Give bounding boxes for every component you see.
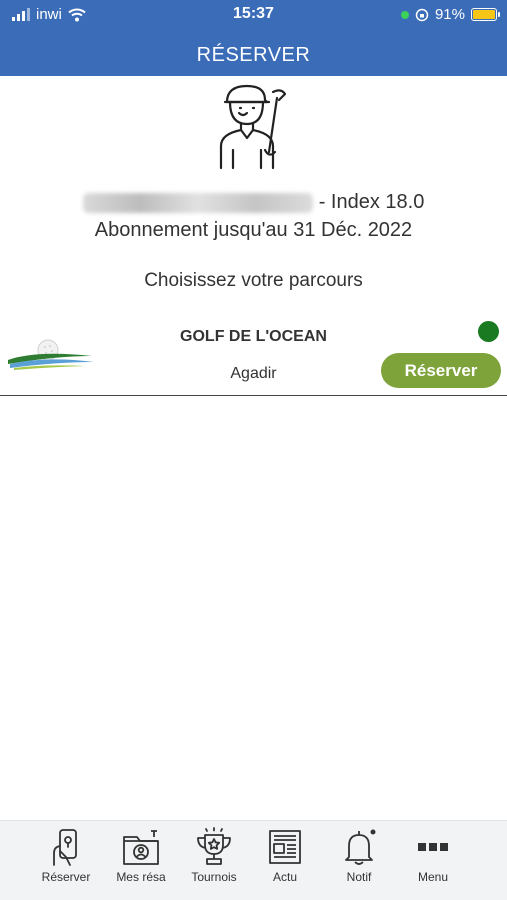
rotation-lock-icon (415, 8, 429, 21)
newspaper-icon (269, 830, 301, 864)
folder-user-icon (123, 830, 159, 865)
app-header: inwi 15:37 91% RÉSERVER (0, 0, 507, 76)
bell-icon (345, 829, 376, 865)
tab-label: Actu (272, 870, 297, 884)
trophy-icon (197, 827, 231, 865)
golfer-icon (219, 84, 287, 170)
tab-label: Notif (346, 870, 372, 884)
tab-label: Tournois (191, 870, 237, 884)
tab-notif[interactable]: Notif (324, 827, 394, 884)
tab-actu[interactable]: Actu (250, 827, 320, 884)
choose-course-label: Choisissez votre parcours (144, 270, 363, 291)
availability-status-icon (478, 321, 499, 342)
redacted-player-name (82, 192, 313, 213)
tab-label: Mes résa (116, 870, 166, 884)
battery-percent: 91% (434, 6, 465, 23)
tab-label: Menu (417, 870, 449, 884)
tab-label: Réserver (41, 870, 91, 884)
tab-mes-resa[interactable]: Mes résa (106, 827, 176, 884)
page-title: RÉSERVER (196, 44, 311, 66)
more-dots-icon (418, 843, 448, 851)
tab-menu[interactable]: Menu (398, 827, 468, 884)
course-name: GOLF DE L'OCEAN (180, 328, 327, 345)
reserve-button[interactable]: Réserver (381, 353, 501, 388)
player-index: - Index 18.0 (318, 191, 425, 213)
tab-reserver[interactable]: Réserver (31, 827, 101, 884)
course-row: GOLF DE L'OCEAN Agadir Réserver (0, 316, 507, 396)
active-indicator-icon (400, 10, 409, 19)
subscription-info: Abonnement jusqu'au 31 Déc. 2022 (94, 219, 413, 241)
phone-hand-icon (53, 829, 77, 866)
bottom-tab-bar: Réserver Mes résa Tournois Actu Notif Me… (0, 820, 507, 900)
battery-icon (471, 8, 500, 21)
tab-tournois[interactable]: Tournois (179, 827, 249, 884)
status-bar: inwi 15:37 91% (0, 0, 507, 32)
player-name-line: - Index 18.0 (0, 191, 507, 214)
